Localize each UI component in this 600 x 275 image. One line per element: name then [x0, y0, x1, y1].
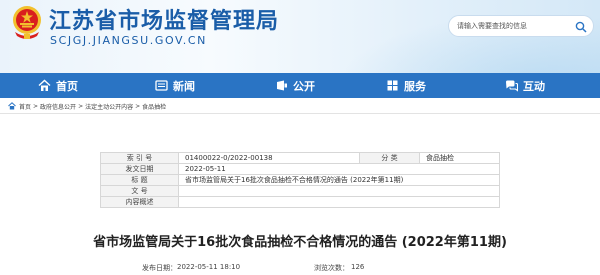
doc-number-label: 文 号	[100, 185, 179, 197]
nav-service[interactable]: 服务	[386, 73, 426, 98]
view-count-label: 浏览次数：	[314, 264, 349, 272]
publish-date-value: 2022-05-11 18:10	[177, 263, 241, 271]
table-row: 文 号	[100, 185, 500, 197]
date-value: 2022-05-11	[178, 163, 500, 175]
main-nav: 首页 新闻 公开 服务 互动	[0, 73, 600, 98]
table-row: 内容概述	[100, 196, 500, 208]
nav-public[interactable]: 公开	[275, 73, 315, 98]
nav-service-label: 服务	[404, 79, 426, 93]
home-icon	[38, 79, 51, 91]
doc-number-value	[178, 185, 500, 197]
breadcrumb-food-inspection[interactable]: 食品抽检	[142, 102, 166, 111]
public-info-icon	[277, 80, 287, 91]
site-domain: SCJGJ.JIANGSU.GOV.CN	[50, 34, 207, 47]
breadcrumb-divider	[0, 113, 600, 114]
location-home-icon	[8, 102, 16, 110]
summary-value	[178, 196, 500, 208]
nav-home-label: 首页	[56, 79, 78, 93]
breadcrumb-statutory[interactable]: 法定主动公开内容	[85, 102, 133, 111]
breadcrumb-separator: >	[78, 102, 84, 110]
search-input[interactable]	[457, 19, 575, 33]
search-box	[448, 15, 594, 37]
nav-interaction[interactable]: 互动	[505, 73, 545, 98]
index-label: 索 引 号	[100, 152, 179, 164]
nav-news[interactable]: 新闻	[155, 73, 195, 98]
index-value: 01400022-0/2022-00138	[178, 152, 360, 164]
breadcrumb-home[interactable]: 首页	[19, 102, 31, 111]
table-row: 索 引 号 01400022-0/2022-00138 分 类 食品抽检	[100, 152, 500, 164]
category-value: 食品抽检	[419, 152, 500, 164]
document-metadata-table: 索 引 号 01400022-0/2022-00138 分 类 食品抽检 发文日…	[100, 152, 500, 208]
search-icon[interactable]	[575, 21, 587, 33]
site-header: 江苏省市场监督管理局 SCJGJ.JIANGSU.GOV.CN	[0, 0, 600, 73]
nav-public-label: 公开	[293, 79, 315, 93]
service-icon	[387, 80, 398, 91]
title-value: 省市场监管局关于16批次食品抽检不合格情况的通告 (2022年第11期)	[178, 174, 500, 186]
breadcrumb: 首页 > 政府信息公开 > 法定主动公开内容 > 食品抽检	[8, 100, 166, 112]
nav-news-label: 新闻	[173, 79, 195, 93]
nav-home[interactable]: 首页	[38, 73, 78, 98]
nav-interaction-label: 互动	[523, 79, 545, 93]
publish-date-label: 发布日期：	[142, 264, 177, 272]
site-title[interactable]: 江苏省市场监督管理局	[49, 3, 279, 34]
breadcrumb-separator: >	[135, 102, 141, 110]
category-label: 分 类	[359, 152, 420, 164]
table-row: 标 题 省市场监管局关于16批次食品抽检不合格情况的通告 (2022年第11期)	[100, 174, 500, 186]
breadcrumb-gov-info[interactable]: 政府信息公开	[40, 102, 76, 111]
table-row: 发文日期 2022-05-11	[100, 163, 500, 175]
interaction-icon	[506, 80, 518, 92]
summary-label: 内容概述	[100, 196, 179, 208]
article-meta: 发布日期： 2022-05-11 18:10 浏览次数： 126	[0, 261, 600, 273]
breadcrumb-separator: >	[33, 102, 39, 110]
news-icon	[155, 80, 168, 91]
title-label: 标 题	[100, 174, 179, 186]
article-title: 省市场监管局关于16批次食品抽检不合格情况的通告 (2022年第11期)	[93, 235, 507, 250]
view-count-value: 126	[351, 263, 365, 271]
national-emblem-icon[interactable]	[10, 4, 44, 40]
date-label: 发文日期	[100, 163, 179, 175]
